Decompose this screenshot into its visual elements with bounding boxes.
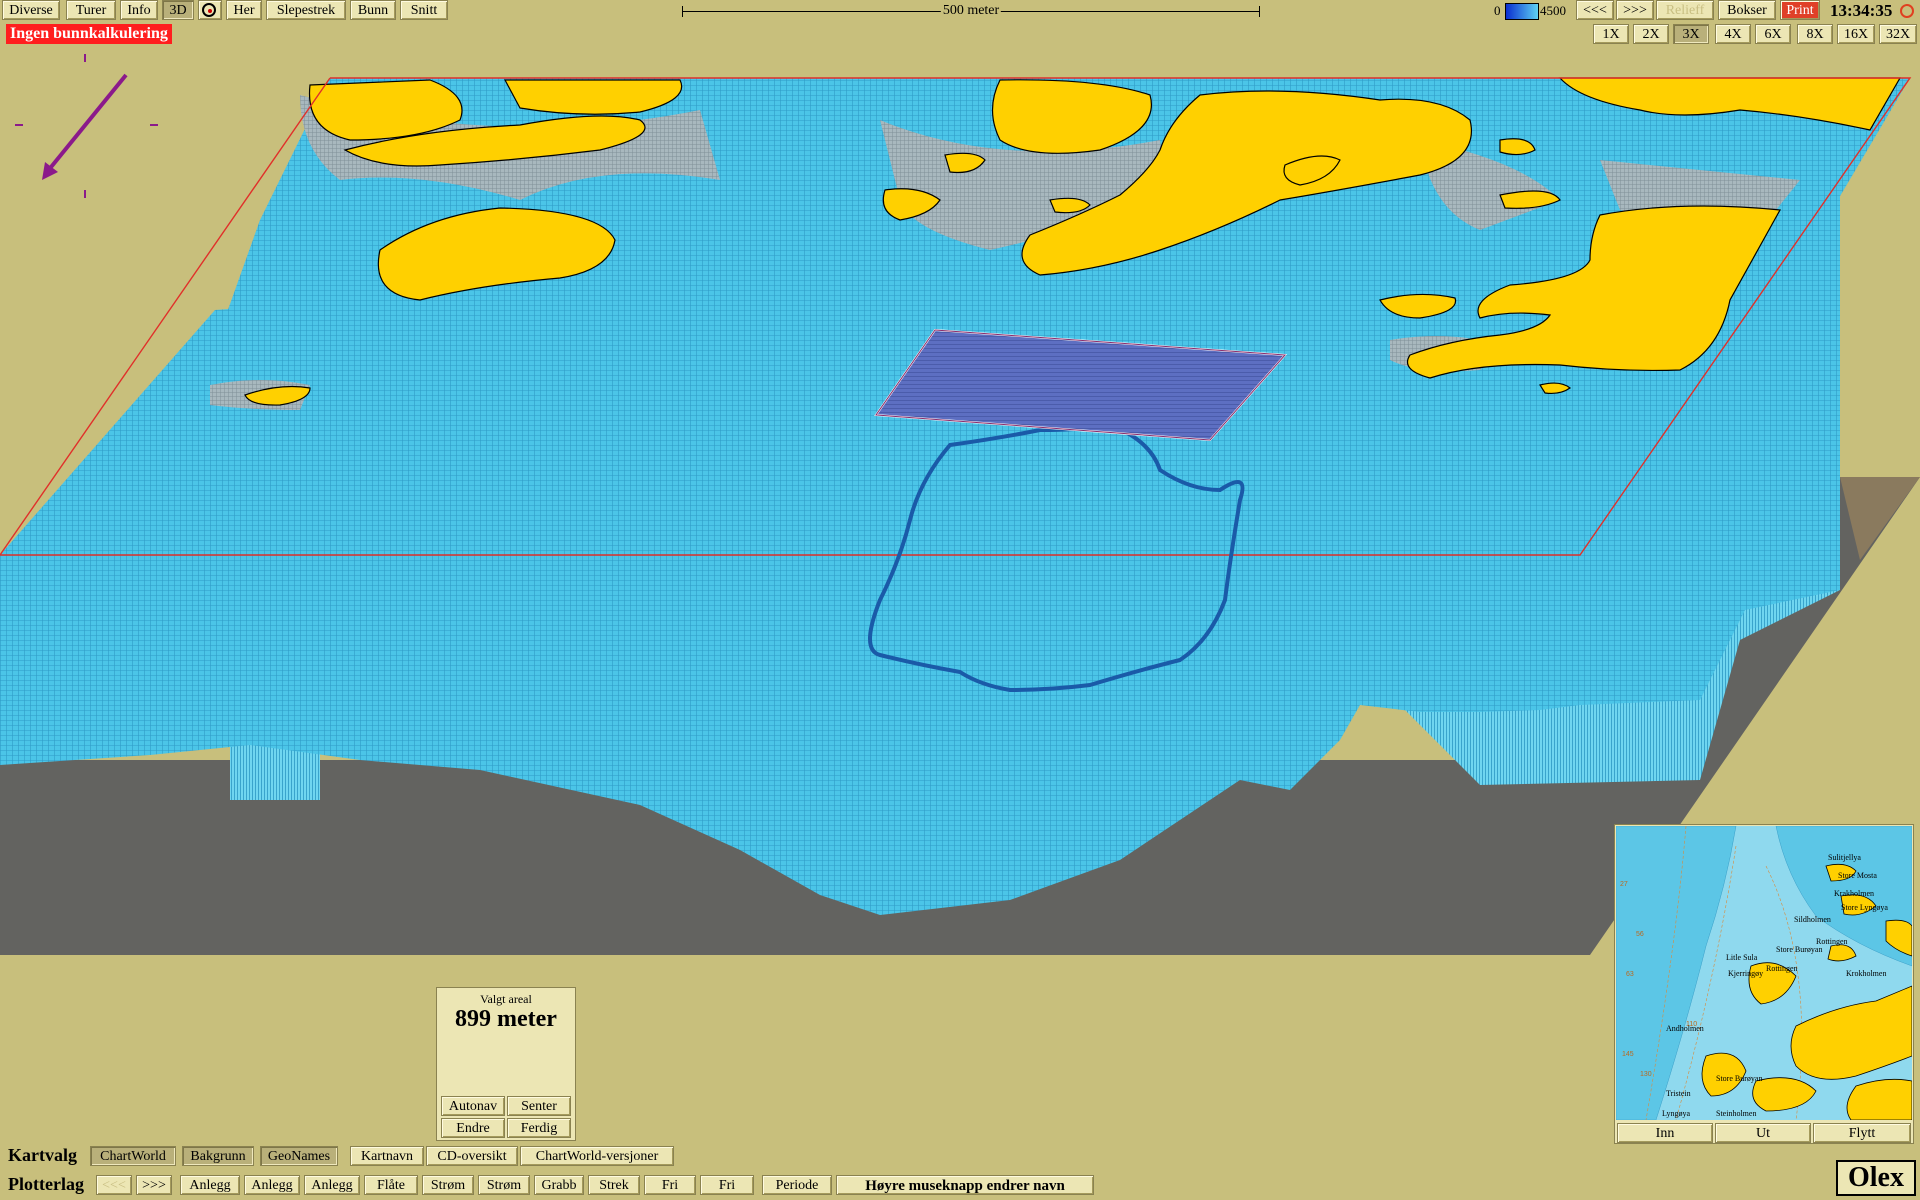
minimap-panel: Sulitjellya Store Mosta Krakholmen Store… bbox=[1614, 824, 1914, 1144]
minimap-place-6: Store Burøyan bbox=[1776, 945, 1822, 954]
minimap-place-13: Store Burøyan bbox=[1716, 1074, 1762, 1083]
minimap-depth-5: 130 bbox=[1640, 1071, 1652, 1078]
minimap-place-5: Sildholmen bbox=[1794, 915, 1831, 924]
depth-max-label: 4500 bbox=[1540, 3, 1566, 18]
sun-icon bbox=[1900, 4, 1914, 18]
minimap-depth-1: 27 bbox=[1620, 881, 1628, 888]
scale-bar: 500 meter bbox=[682, 3, 1260, 20]
endre-button[interactable]: Endre bbox=[441, 1118, 505, 1138]
minimap-zoom-out-button[interactable]: Ut bbox=[1715, 1123, 1811, 1143]
zoom-3x[interactable]: 3X bbox=[1673, 24, 1709, 44]
senter-button[interactable]: Senter bbox=[507, 1096, 571, 1116]
minimap-depth-6: 110 bbox=[1686, 1021, 1697, 1028]
minimap-zoom-in-button[interactable]: Inn bbox=[1617, 1123, 1713, 1143]
minimap-depth-3: 63 bbox=[1626, 971, 1634, 978]
menu-bunn[interactable]: Bunn bbox=[350, 0, 396, 20]
area-label: Valgt areal bbox=[480, 992, 532, 1006]
minimap-place-16: Tristein bbox=[1666, 1089, 1691, 1098]
zoom-32x[interactable]: 32X bbox=[1879, 24, 1917, 44]
layer-strek[interactable]: Strek bbox=[588, 1175, 640, 1195]
next-button[interactable]: >>> bbox=[1616, 0, 1654, 20]
olex-logo: Olex bbox=[1836, 1160, 1916, 1196]
scale-tick-right bbox=[1259, 6, 1260, 17]
area-value: 899 meter bbox=[455, 1006, 557, 1032]
layer-grabb[interactable]: Grabb bbox=[534, 1175, 584, 1195]
boxes-button[interactable]: Bokser bbox=[1718, 0, 1776, 20]
layer-anlegg-2[interactable]: Anlegg bbox=[244, 1175, 300, 1195]
no-calc-warning: Ingen bunnkalkulering bbox=[6, 24, 172, 44]
minimap-place-7: Rottingen bbox=[1766, 964, 1798, 973]
bakgrunn-toggle[interactable]: Bakgrunn bbox=[182, 1146, 254, 1166]
menu-turer[interactable]: Turer bbox=[66, 0, 116, 20]
menu-her[interactable]: Her bbox=[226, 0, 262, 20]
minimap-depth-2: 56 bbox=[1636, 931, 1644, 938]
minimap-place-10: Rottingen bbox=[1816, 937, 1848, 946]
layer-strom-2[interactable]: Strøm bbox=[478, 1175, 530, 1195]
layer-anlegg-3[interactable]: Anlegg bbox=[304, 1175, 360, 1195]
minimap-place-15: Lyngøya bbox=[1662, 1109, 1690, 1118]
compass-arrow-icon bbox=[15, 54, 158, 198]
plotter-prev-button[interactable]: <<< bbox=[96, 1175, 132, 1195]
rename-hint: Høyre museknapp endrer navn bbox=[836, 1175, 1094, 1195]
minimap-place-4: Store Lyngøya bbox=[1841, 903, 1888, 912]
kartvalg-label: Kartvalg bbox=[8, 1145, 77, 1165]
minimap-place-2: Store Mosta bbox=[1838, 871, 1877, 880]
layer-fri-1[interactable]: Fri bbox=[644, 1175, 696, 1195]
scale-label: 500 meter bbox=[940, 3, 1002, 19]
target-dot bbox=[208, 9, 212, 13]
layer-periode[interactable]: Periode bbox=[762, 1175, 832, 1195]
layer-flate[interactable]: Flåte bbox=[364, 1175, 418, 1195]
menu-slepestrek[interactable]: Slepestrek bbox=[266, 0, 346, 20]
zoom-2x[interactable]: 2X bbox=[1633, 24, 1669, 44]
minimap-place-8: Krokholmen bbox=[1846, 969, 1886, 978]
chartworld-versjoner-button[interactable]: ChartWorld-versjoner bbox=[520, 1146, 674, 1166]
ferdig-button[interactable]: Ferdig bbox=[507, 1118, 571, 1138]
minimap-depth-4: 145 bbox=[1622, 1051, 1634, 1058]
print-button[interactable]: Print bbox=[1780, 0, 1820, 20]
plotterlag-label: Plotterlag bbox=[8, 1174, 84, 1194]
relief-button[interactable]: Relieff bbox=[1656, 0, 1714, 20]
minimap-place-3: Krakholmen bbox=[1834, 889, 1874, 898]
zoom-4x[interactable]: 4X bbox=[1715, 24, 1751, 44]
plotter-next-button[interactable]: >>> bbox=[136, 1175, 172, 1195]
minimap-place-11: Kjerringøy bbox=[1728, 969, 1763, 978]
minimap-place-9: Litle Sula bbox=[1726, 953, 1758, 962]
cd-oversikt-button[interactable]: CD-oversikt bbox=[426, 1146, 518, 1166]
zoom-1x[interactable]: 1X bbox=[1593, 24, 1629, 44]
layer-fri-2[interactable]: Fri bbox=[700, 1175, 754, 1195]
kartnavn-button[interactable]: Kartnavn bbox=[350, 1146, 424, 1166]
target-button[interactable] bbox=[198, 0, 222, 20]
minimap-chart[interactable]: Sulitjellya Store Mosta Krakholmen Store… bbox=[1616, 826, 1912, 1120]
geonames-toggle[interactable]: GeoNames bbox=[260, 1146, 338, 1166]
minimap-move-button[interactable]: Flytt bbox=[1813, 1123, 1911, 1143]
menu-snitt[interactable]: Snitt bbox=[400, 0, 448, 20]
menu-diverse[interactable]: Diverse bbox=[2, 0, 60, 20]
layer-anlegg-1[interactable]: Anlegg bbox=[180, 1175, 240, 1195]
area-panel: Valgt areal 899 meter Autonav Senter End… bbox=[436, 987, 576, 1141]
depth-min-label: 0 bbox=[1494, 3, 1501, 18]
layer-strom-1[interactable]: Strøm bbox=[422, 1175, 474, 1195]
autonav-button[interactable]: Autonav bbox=[441, 1096, 505, 1116]
scale-tick-left bbox=[682, 6, 683, 17]
zoom-6x[interactable]: 6X bbox=[1755, 24, 1791, 44]
prev-button[interactable]: <<< bbox=[1576, 0, 1614, 20]
zoom-8x[interactable]: 8X bbox=[1797, 24, 1833, 44]
minimap-place-12: Andholmen bbox=[1666, 1024, 1704, 1033]
clock: 13:34:35 bbox=[1830, 1, 1893, 20]
zoom-16x[interactable]: 16X bbox=[1837, 24, 1875, 44]
menu-info[interactable]: Info bbox=[120, 0, 158, 20]
menu-3d[interactable]: 3D bbox=[162, 0, 194, 20]
depth-gradient bbox=[1505, 3, 1539, 20]
minimap-place-1: Sulitjellya bbox=[1828, 853, 1861, 862]
minimap-place-14: Steinholmen bbox=[1716, 1109, 1756, 1118]
chartworld-toggle[interactable]: ChartWorld bbox=[90, 1146, 176, 1166]
